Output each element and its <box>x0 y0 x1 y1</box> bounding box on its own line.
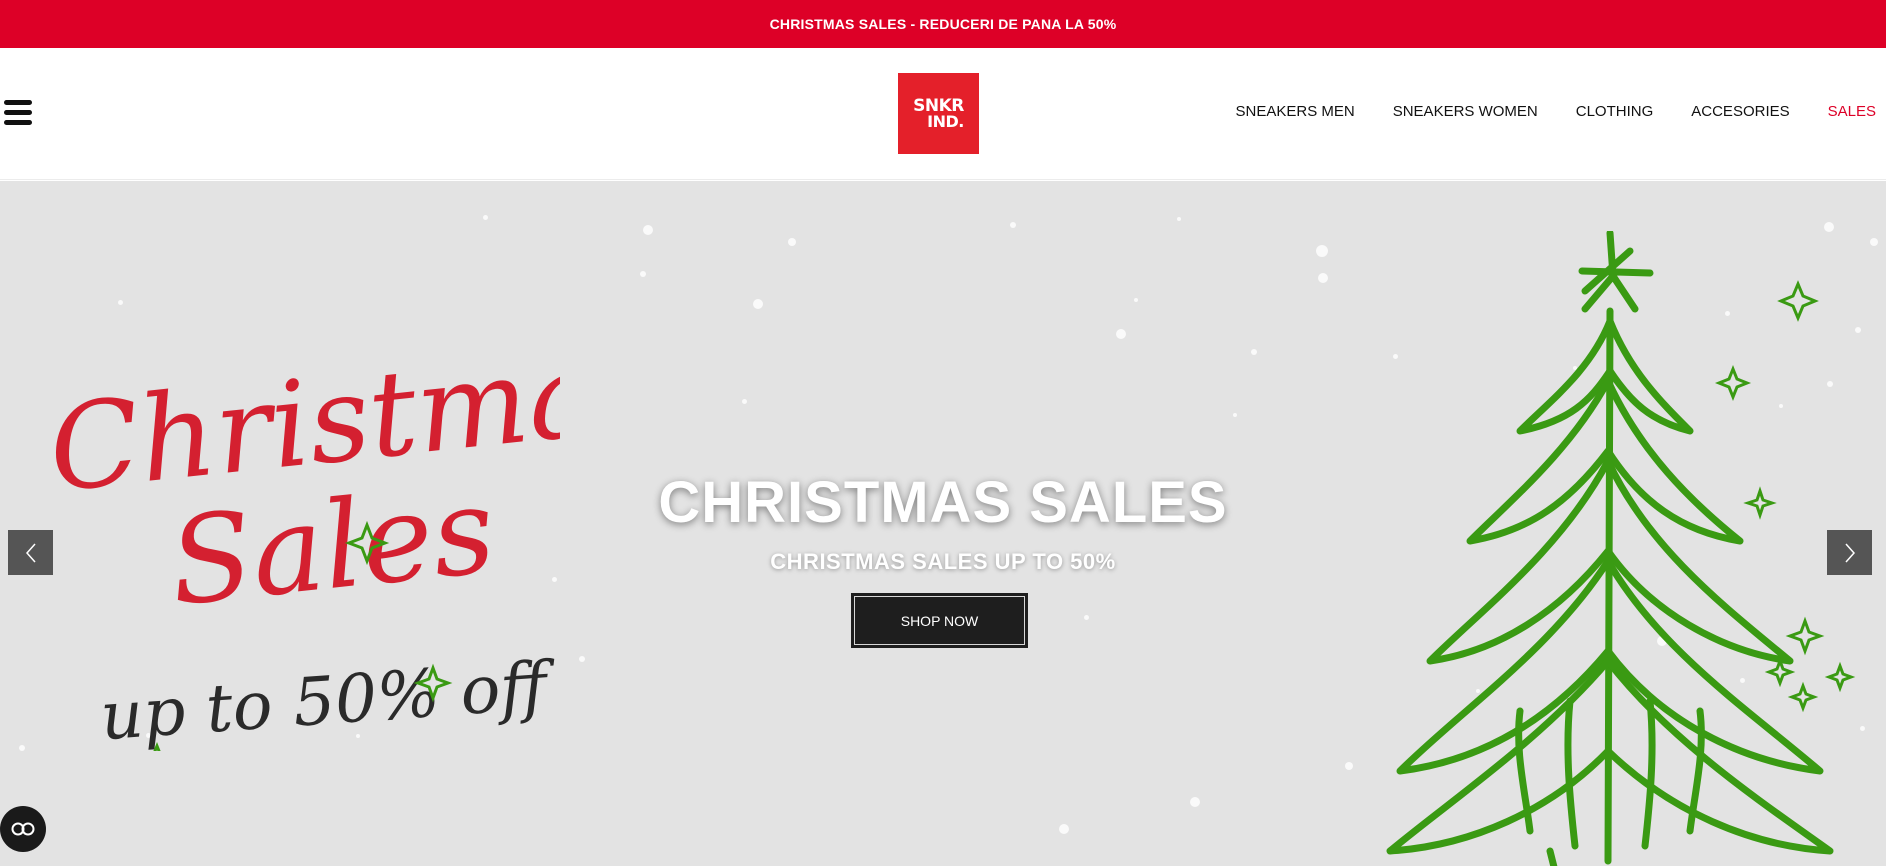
slider-prev-button[interactable] <box>8 530 53 575</box>
chevron-right-icon <box>1844 543 1855 562</box>
nav-sneakers-women[interactable]: SNEAKERS WOMEN <box>1393 103 1538 120</box>
nav-sales[interactable]: SALES <box>1828 103 1876 120</box>
site-header: SNKR IND. SNEAKERS MEN SNEAKERS WOMEN CL… <box>0 48 1886 180</box>
accessibility-icon <box>11 822 35 836</box>
accessibility-button[interactable] <box>0 806 46 852</box>
shop-now-button[interactable]: SHOP NOW <box>851 593 1028 648</box>
lettering-up-to: up to 50% off <box>98 646 560 751</box>
logo-line-2: IND. <box>927 111 964 131</box>
announcement-bar: CHRISTMAS SALES - REDUCERI DE PANA LA 50… <box>0 0 1886 48</box>
christmas-sales-lettering: Christmas Sales up to 50% off <box>43 331 560 751</box>
hamburger-icon[interactable] <box>4 100 34 126</box>
nav-accesories[interactable]: ACCESORIES <box>1691 103 1789 120</box>
announcement-text: CHRISTMAS SALES - REDUCERI DE PANA LA 50… <box>769 16 1117 32</box>
hero-subtitle: CHRISTMAS SALES UP TO 50% <box>770 549 1116 574</box>
nav-clothing[interactable]: CLOTHING <box>1576 103 1654 120</box>
nav-sneakers-men[interactable]: SNEAKERS MEN <box>1236 103 1355 120</box>
slider-next-button[interactable] <box>1827 530 1872 575</box>
chevron-left-icon <box>25 543 36 562</box>
hero-title: CHRISTMAS SALES <box>658 470 1228 535</box>
hero-slider: Christmas Sales up to 50% off CHRISTMAS … <box>0 181 1886 866</box>
main-nav: SNEAKERS MEN SNEAKERS WOMEN CLOTHING ACC… <box>1236 103 1876 120</box>
site-logo[interactable]: SNKR IND. <box>898 73 979 154</box>
